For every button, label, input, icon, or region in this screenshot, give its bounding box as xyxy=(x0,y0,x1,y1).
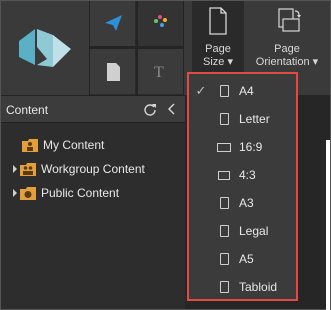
page-orientation-button[interactable]: Page Orientation ▾ xyxy=(248,1,326,73)
document-tile[interactable] xyxy=(90,49,135,94)
menu-item-label: 4:3 xyxy=(239,168,256,182)
folder-user-icon xyxy=(22,138,38,152)
menu-item-4-3[interactable]: 4:3 xyxy=(189,162,296,188)
page-orientation-icon xyxy=(278,8,301,32)
send-tile[interactable] xyxy=(90,1,135,46)
menu-item-legal[interactable]: Legal xyxy=(189,218,296,244)
menu-item-label: Tabloid xyxy=(239,280,278,294)
refresh-icon[interactable] xyxy=(143,102,157,116)
text-icon: T xyxy=(154,64,164,81)
page-icon xyxy=(219,225,229,237)
expand-caret[interactable] xyxy=(13,165,17,173)
app-logo-icon xyxy=(19,29,71,67)
tree-item-workgroup-content[interactable]: Workgroup Content xyxy=(13,160,145,178)
app-logo-tile[interactable] xyxy=(1,1,89,95)
menu-item-label: A5 xyxy=(239,252,254,266)
menu-item-a4[interactable]: ✓ A4 xyxy=(189,78,296,104)
page-size-icon xyxy=(209,7,227,35)
document-icon xyxy=(107,63,120,81)
menu-item-a3[interactable]: A3 xyxy=(189,190,296,216)
checkmark-icon: ✓ xyxy=(195,83,207,98)
send-icon xyxy=(105,15,122,31)
content-tree: My Content Workgroup Content Public Cont… xyxy=(1,123,185,309)
collapse-panel-icon[interactable] xyxy=(167,102,177,116)
tree-item-label: My Content xyxy=(43,138,105,152)
svg-text:T: T xyxy=(154,64,164,81)
tree-item-label: Public Content xyxy=(41,186,120,200)
page-icon xyxy=(219,281,229,293)
menu-item-16-9[interactable]: 16:9 xyxy=(189,134,296,160)
text-tile[interactable]: T xyxy=(138,49,183,94)
menu-item-label: 16:9 xyxy=(239,140,263,154)
content-panel-title: Content xyxy=(6,103,49,117)
expand-caret xyxy=(15,141,19,149)
palette-tile[interactable] xyxy=(138,1,183,46)
page-size-button[interactable]: Page Size ▾ xyxy=(192,1,244,73)
expand-caret[interactable] xyxy=(13,189,17,197)
page-icon xyxy=(219,113,229,125)
page-icon xyxy=(219,197,229,209)
folder-group-icon xyxy=(20,162,36,176)
page-size-label-line1: Page xyxy=(205,43,231,55)
page-orientation-label-line1: Page xyxy=(274,43,300,55)
tree-item-public-content[interactable]: Public Content xyxy=(13,184,119,202)
content-panel-header: Content xyxy=(1,95,185,123)
menu-item-letter[interactable]: Letter xyxy=(189,106,296,132)
menu-item-label: A3 xyxy=(239,196,254,210)
tile-divider xyxy=(90,46,184,49)
page-size-label-line2: Size ▾ xyxy=(203,56,233,68)
menu-item-label: A4 xyxy=(239,84,254,98)
standard-screen-icon xyxy=(218,170,230,180)
palette-icon xyxy=(154,15,167,27)
widescreen-icon xyxy=(217,142,231,152)
page-icon xyxy=(219,85,229,97)
folder-globe-icon xyxy=(20,186,36,200)
menu-item-label: Letter xyxy=(239,112,270,126)
menu-item-a5[interactable]: A5 xyxy=(189,246,296,272)
tree-item-my-content[interactable]: My Content xyxy=(15,136,104,154)
menu-item-label: Legal xyxy=(239,224,269,238)
page-orientation-label-line2: Orientation ▾ xyxy=(255,56,319,68)
menu-item-tabloid[interactable]: Tabloid xyxy=(189,274,296,300)
document-page-edge xyxy=(326,140,330,310)
page-icon xyxy=(219,253,229,265)
page-size-menu: ✓ A4 Letter 16:9 4:3 A3 Legal A5 Tabloid xyxy=(187,72,298,301)
tree-item-label: Workgroup Content xyxy=(41,162,145,176)
